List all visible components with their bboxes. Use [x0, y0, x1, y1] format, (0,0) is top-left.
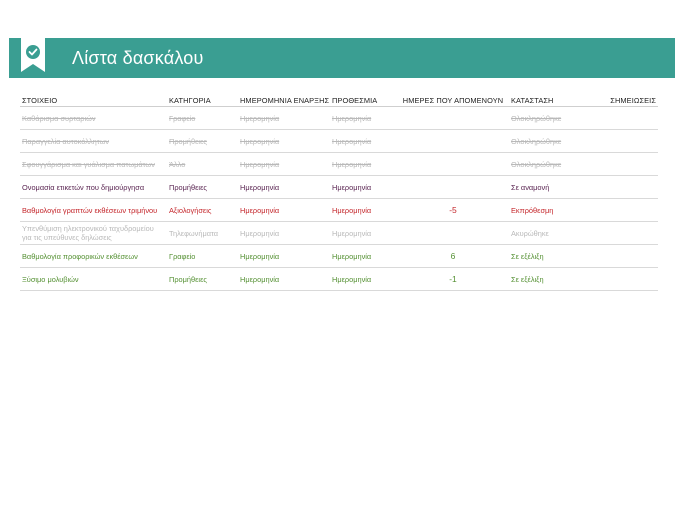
cell-days-left[interactable] [397, 129, 509, 153]
cell-category[interactable]: Άλλο [167, 152, 238, 176]
table-row[interactable]: Καθάρισμα συρταριών Γραφείο Ημερομηνία Η… [20, 106, 658, 130]
cell-category[interactable]: Γραφείο [167, 244, 238, 268]
table-row[interactable]: Σφουγγάρισμα και γυάλισμα πατωμάτων Άλλο… [20, 152, 658, 176]
cell-item[interactable]: Παραγγελία αυτοκόλλητων [20, 129, 167, 153]
cell-notes[interactable] [594, 106, 658, 130]
cell-days-left[interactable] [397, 152, 509, 176]
cell-status[interactable]: Εκπρόθεσμη [509, 198, 594, 222]
checkmark-bookmark-icon [21, 38, 45, 72]
cell-start-date[interactable]: Ημερομηνία [238, 129, 330, 153]
cell-days-left[interactable]: 6 [397, 244, 509, 268]
cell-category[interactable]: Προμήθειες [167, 175, 238, 199]
table-row[interactable]: Υπενθύμιση ηλεκτρονικού ταχυδρομείου για… [20, 221, 658, 245]
cell-notes[interactable] [594, 221, 658, 245]
cell-item[interactable]: Ονομασία ετικετών που δημιούργησα [20, 175, 167, 199]
table-row[interactable]: Ονομασία ετικετών που δημιούργησα Προμήθ… [20, 175, 658, 199]
column-header-days-left[interactable]: ΗΜΕΡΕΣ ΠΟΥ ΑΠΟΜΕΝΟΥΝ [397, 94, 509, 107]
cell-start-date[interactable]: Ημερομηνία [238, 244, 330, 268]
cell-due-date[interactable]: Ημερομηνία [330, 129, 397, 153]
cell-days-left[interactable]: -1 [397, 267, 509, 291]
cell-notes[interactable] [594, 244, 658, 268]
cell-start-date[interactable]: Ημερομηνία [238, 152, 330, 176]
page-title: Λίστα δασκάλου [72, 48, 204, 68]
cell-start-date[interactable]: Ημερομηνία [238, 106, 330, 130]
cell-item[interactable]: Υπενθύμιση ηλεκτρονικού ταχυδρομείου για… [20, 221, 167, 245]
cell-due-date[interactable]: Ημερομηνία [330, 175, 397, 199]
cell-status[interactable]: Ολοκληρώθηκε [509, 152, 594, 176]
table-row[interactable]: Παραγγελία αυτοκόλλητων Προμήθειες Ημερο… [20, 129, 658, 153]
column-header-item[interactable]: ΣΤΟΙΧΕΙΟ [20, 94, 167, 107]
cell-notes[interactable] [594, 129, 658, 153]
column-header-start-date[interactable]: ΗΜΕΡΟΜΗΝΙΑ ΕΝΑΡΞΗΣ [238, 94, 330, 107]
column-header-status[interactable]: ΚΑΤΑΣΤΑΣΗ [509, 94, 594, 107]
cell-category[interactable]: Προμήθειες [167, 129, 238, 153]
cell-item[interactable]: Βαθμολογία γραπτών εκθέσεων τριμήνου [20, 198, 167, 222]
column-header-due-date[interactable]: ΠΡΟΘΕΣΜΙΑ [330, 94, 397, 107]
cell-due-date[interactable]: Ημερομηνία [330, 221, 397, 245]
cell-days-left[interactable] [397, 175, 509, 199]
column-header-notes[interactable]: ΣΗΜΕΙΩΣΕΙΣ [594, 94, 658, 107]
cell-notes[interactable] [594, 175, 658, 199]
cell-item[interactable]: Σφουγγάρισμα και γυάλισμα πατωμάτων [20, 152, 167, 176]
cell-status[interactable]: Ολοκληρώθηκε [509, 129, 594, 153]
column-header-category[interactable]: ΚΑΤΗΓΟΡΙΑ [167, 94, 238, 107]
table-row[interactable]: Βαθμολογία γραπτών εκθέσεων τριμήνου Αξι… [20, 198, 658, 222]
cell-notes[interactable] [594, 152, 658, 176]
cell-status[interactable]: Ακυρώθηκε [509, 221, 594, 245]
cell-item[interactable]: Βαθμολογία προφορικών εκθέσεων [20, 244, 167, 268]
cell-start-date[interactable]: Ημερομηνία [238, 221, 330, 245]
table-header-row: ΣΤΟΙΧΕΙΟ ΚΑΤΗΓΟΡΙΑ ΗΜΕΡΟΜΗΝΙΑ ΕΝΑΡΞΗΣ ΠΡ… [20, 94, 658, 107]
table-row[interactable]: Ξύσιμο μολυβιών Προμήθειες Ημερομηνία Ημ… [20, 267, 658, 291]
cell-status[interactable]: Σε αναμονή [509, 175, 594, 199]
cell-due-date[interactable]: Ημερομηνία [330, 152, 397, 176]
cell-due-date[interactable]: Ημερομηνία [330, 106, 397, 130]
cell-status[interactable]: Ολοκληρώθηκε [509, 106, 594, 130]
cell-status[interactable]: Σε εξέλιξη [509, 267, 594, 291]
cell-due-date[interactable]: Ημερομηνία [330, 198, 397, 222]
cell-due-date[interactable]: Ημερομηνία [330, 267, 397, 291]
cell-days-left[interactable] [397, 106, 509, 130]
cell-days-left[interactable] [397, 221, 509, 245]
cell-notes[interactable] [594, 267, 658, 291]
table-row[interactable]: Βαθμολογία προφορικών εκθέσεων Γραφείο Η… [20, 244, 658, 268]
cell-item[interactable]: Ξύσιμο μολυβιών [20, 267, 167, 291]
cell-category[interactable]: Τηλεφωνήματα [167, 221, 238, 245]
cell-start-date[interactable]: Ημερομηνία [238, 267, 330, 291]
cell-category[interactable]: Γραφείο [167, 106, 238, 130]
cell-status[interactable]: Σε εξέλιξη [509, 244, 594, 268]
cell-category[interactable]: Προμήθειες [167, 267, 238, 291]
cell-days-left[interactable]: -5 [397, 198, 509, 222]
cell-start-date[interactable]: Ημερομηνία [238, 175, 330, 199]
cell-notes[interactable] [594, 198, 658, 222]
cell-item[interactable]: Καθάρισμα συρταριών [20, 106, 167, 130]
teacher-task-table: ΣΤΟΙΧΕΙΟ ΚΑΤΗΓΟΡΙΑ ΗΜΕΡΟΜΗΝΙΑ ΕΝΑΡΞΗΣ ΠΡ… [20, 94, 658, 291]
cell-category[interactable]: Αξιολογήσεις [167, 198, 238, 222]
cell-start-date[interactable]: Ημερομηνία [238, 198, 330, 222]
cell-due-date[interactable]: Ημερομηνία [330, 244, 397, 268]
